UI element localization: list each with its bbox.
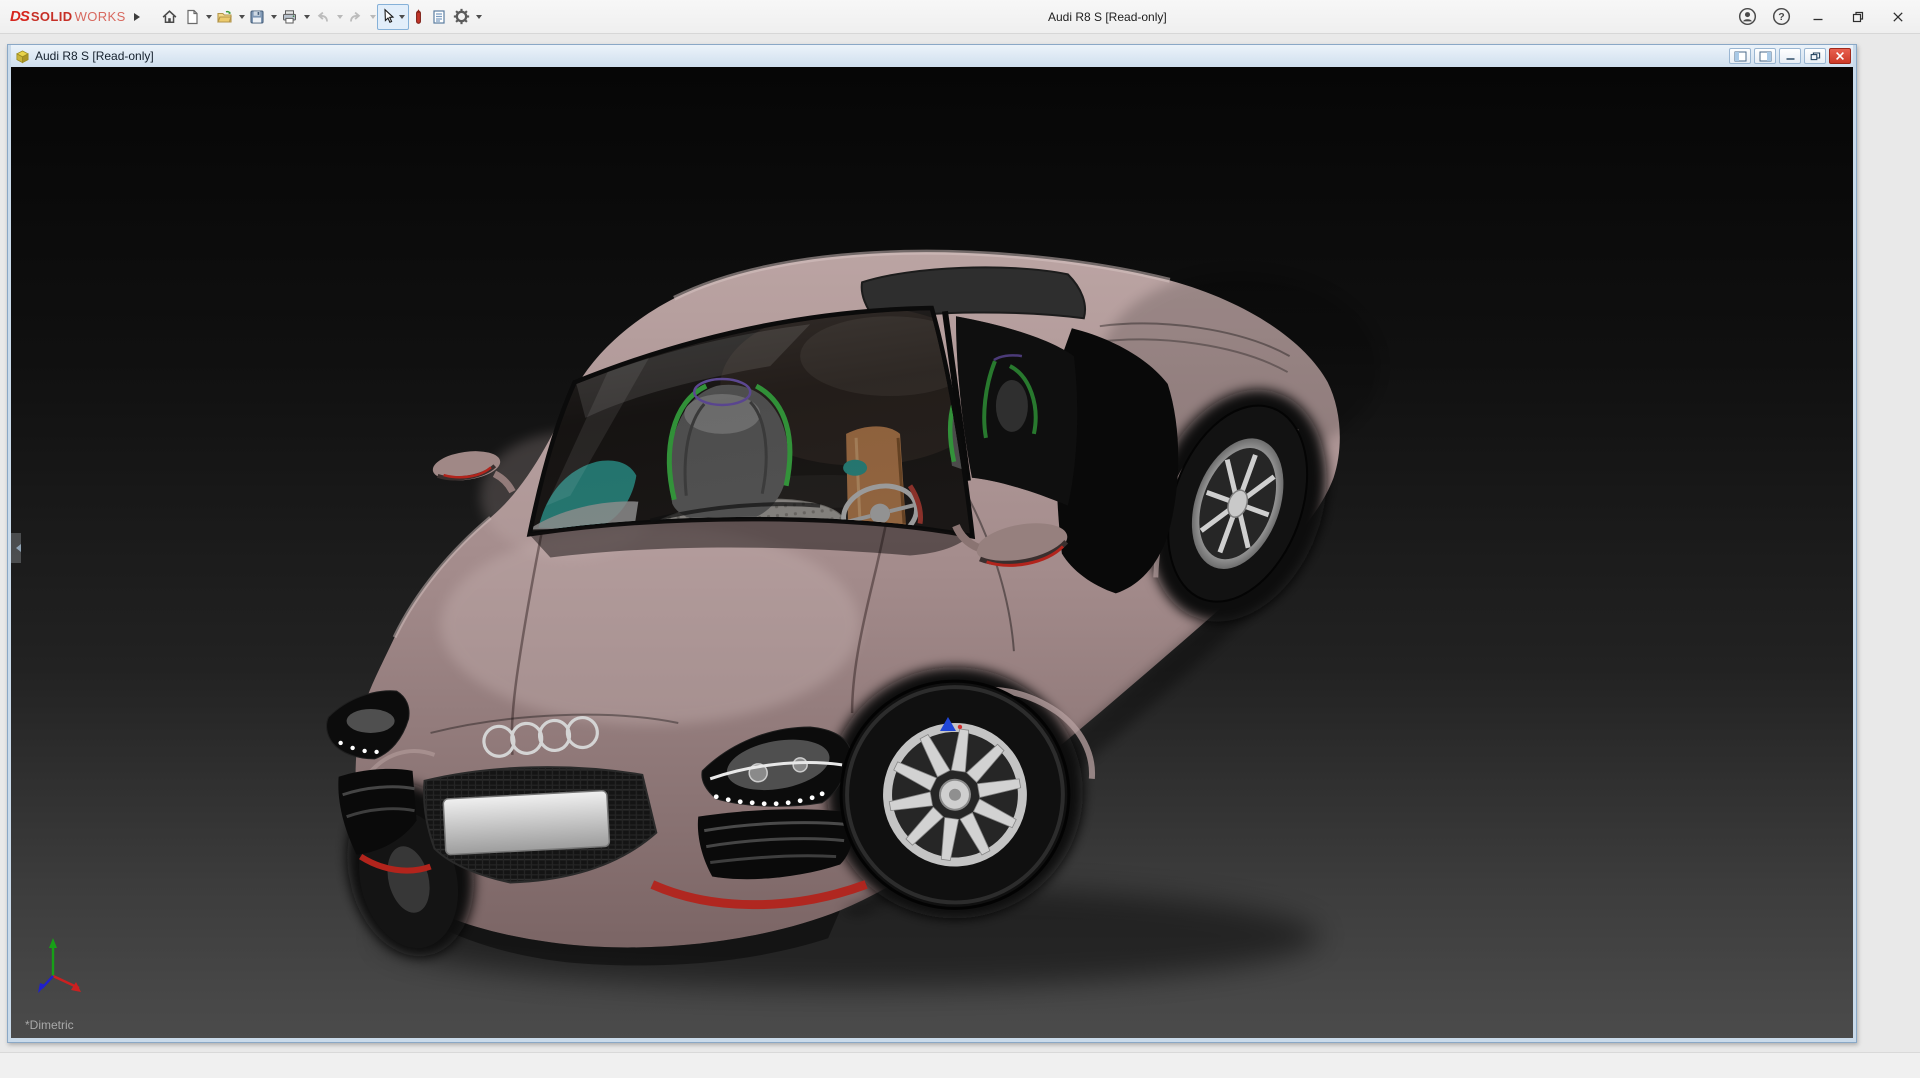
print-dropdown-chevron[interactable] bbox=[304, 15, 310, 22]
redo-button[interactable] bbox=[344, 4, 367, 30]
quick-access-toolbar bbox=[158, 4, 483, 30]
options-dropdown-chevron[interactable] bbox=[476, 15, 482, 22]
save-button[interactable] bbox=[246, 4, 268, 30]
doc-minimize-icon bbox=[1785, 52, 1796, 61]
close-button[interactable] bbox=[1880, 1, 1916, 33]
undo-dropdown-chevron[interactable] bbox=[337, 15, 343, 22]
display-pane-right-button[interactable] bbox=[1754, 48, 1776, 64]
graphics-area[interactable]: *Dimetric bbox=[11, 67, 1853, 1038]
gear-icon bbox=[453, 8, 470, 25]
chevron-left-icon bbox=[12, 544, 21, 552]
close-icon bbox=[1892, 11, 1904, 23]
menu-expand-arrow[interactable] bbox=[130, 5, 148, 29]
doc-restore-button[interactable] bbox=[1804, 48, 1826, 64]
app-title-bar: DS SOLID WORKS bbox=[0, 0, 1920, 34]
open-dropdown-chevron[interactable] bbox=[239, 15, 245, 22]
undo-button[interactable] bbox=[311, 4, 334, 30]
help-icon: ? bbox=[1772, 7, 1791, 26]
save-icon bbox=[249, 9, 265, 25]
reference-triad bbox=[35, 936, 91, 998]
pane-right-icon bbox=[1759, 51, 1772, 62]
print-icon bbox=[281, 9, 298, 25]
new-dropdown-chevron[interactable] bbox=[206, 15, 212, 22]
options-button[interactable] bbox=[450, 4, 473, 30]
touch-stylus-button[interactable] bbox=[409, 4, 428, 30]
new-document-button[interactable] bbox=[181, 4, 203, 30]
minimize-icon bbox=[1812, 11, 1824, 23]
doc-restore-icon bbox=[1810, 52, 1821, 61]
new-document-icon bbox=[184, 9, 200, 25]
window-title: Audi R8 S [Read-only] bbox=[483, 10, 1732, 24]
open-button[interactable] bbox=[213, 4, 236, 30]
file-properties-button[interactable] bbox=[428, 4, 450, 30]
file-properties-icon bbox=[431, 9, 447, 25]
save-dropdown-chevron[interactable] bbox=[271, 15, 277, 22]
status-bar bbox=[0, 1052, 1920, 1078]
ds-logo-icon: DS bbox=[10, 8, 29, 25]
panel-collapse-arrow[interactable] bbox=[11, 533, 21, 563]
app-bar-right: ? bbox=[1732, 1, 1920, 33]
redo-dropdown-chevron[interactable] bbox=[370, 15, 376, 22]
minimize-button[interactable] bbox=[1800, 1, 1836, 33]
mdi-area: Audi R8 S [Read-only] bbox=[0, 34, 1920, 1052]
solidworks-logo[interactable]: DS SOLID WORKS bbox=[10, 8, 126, 25]
document-title-bar[interactable]: Audi R8 S [Read-only] bbox=[11, 45, 1853, 67]
document-title: Audi R8 S [Read-only] bbox=[35, 49, 1724, 63]
user-icon bbox=[1738, 7, 1757, 26]
display-pane-left-button[interactable] bbox=[1729, 48, 1751, 64]
select-dropdown-chevron[interactable] bbox=[399, 15, 405, 22]
user-account-button[interactable] bbox=[1732, 2, 1762, 32]
help-button[interactable]: ? bbox=[1766, 2, 1796, 32]
document-window-controls bbox=[1729, 48, 1851, 64]
stylus-icon bbox=[412, 8, 425, 25]
select-tool-button[interactable] bbox=[377, 4, 409, 30]
home-icon bbox=[161, 8, 178, 25]
brand-solid-text: SOLID bbox=[31, 9, 73, 24]
brand-works-text: WORKS bbox=[75, 9, 126, 24]
redo-icon bbox=[347, 9, 364, 25]
maximize-button[interactable] bbox=[1840, 1, 1876, 33]
svg-text:?: ? bbox=[1778, 11, 1784, 23]
assembly-document-icon bbox=[15, 49, 30, 64]
print-button[interactable] bbox=[278, 4, 301, 30]
solidworks-window: DS SOLID WORKS bbox=[0, 0, 1920, 1078]
document-window: Audi R8 S [Read-only] bbox=[7, 44, 1857, 1043]
doc-close-icon bbox=[1835, 51, 1845, 61]
license-plate bbox=[443, 791, 610, 855]
restore-icon bbox=[1852, 11, 1864, 23]
home-button[interactable] bbox=[158, 4, 181, 30]
select-cursor-icon bbox=[380, 8, 396, 25]
view-orientation-label: *Dimetric bbox=[25, 1018, 74, 1032]
undo-icon bbox=[314, 9, 331, 25]
doc-minimize-button[interactable] bbox=[1779, 48, 1801, 64]
pane-left-icon bbox=[1734, 51, 1747, 62]
audi-r8-3d-model[interactable] bbox=[11, 67, 1853, 1038]
open-folder-icon bbox=[216, 9, 233, 25]
doc-close-button[interactable] bbox=[1829, 48, 1851, 64]
triangle-right-icon bbox=[134, 13, 144, 21]
